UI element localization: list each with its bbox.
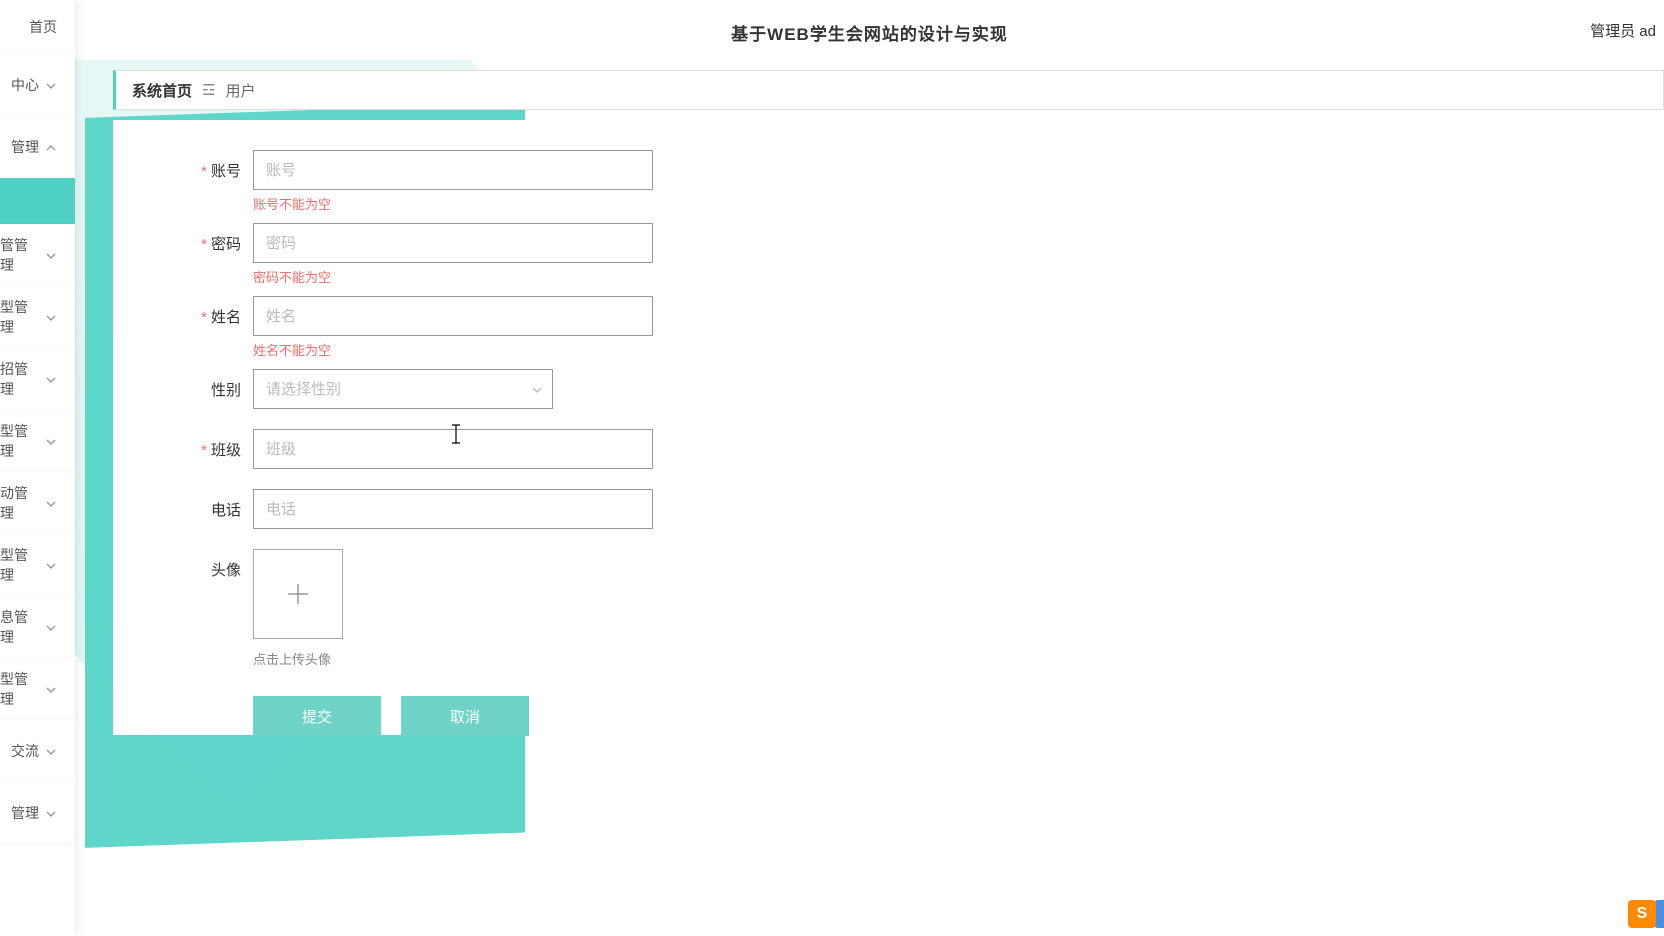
- form-buttons: 提交 取消: [253, 696, 1624, 736]
- sidebar-item-center[interactable]: 中心: [0, 54, 75, 116]
- sidebar-item-label: 型管理: [0, 669, 39, 709]
- user-label[interactable]: 管理员 ad: [1590, 20, 1656, 41]
- name-input[interactable]: [253, 296, 653, 336]
- sidebar-item-label: 型管理: [0, 421, 39, 461]
- sidebar-item-13[interactable]: 管理: [0, 782, 75, 844]
- app-title: 基于WEB学生会网站的设计与实现: [731, 20, 1008, 45]
- sidebar-item-label: 型管理: [0, 297, 39, 337]
- sidebar-item-manage[interactable]: 管理: [0, 116, 75, 178]
- sidebar-item-label: 型管理: [0, 545, 39, 585]
- chevron-down-icon: [45, 683, 57, 695]
- sidebar-item-label: 交流: [11, 741, 39, 761]
- breadcrumb-separator-icon: ☲: [202, 81, 215, 99]
- sidebar-item-7[interactable]: 型管理: [0, 410, 75, 472]
- chevron-down-icon: [45, 79, 57, 91]
- sidebar-item-12[interactable]: 交流: [0, 720, 75, 782]
- phone-input[interactable]: [253, 489, 653, 529]
- chevron-down-icon: [45, 807, 57, 819]
- sidebar-item-active[interactable]: [0, 178, 75, 224]
- breadcrumb-home[interactable]: 系统首页: [132, 80, 192, 101]
- breadcrumb-current: 用户: [225, 80, 255, 101]
- label-text: 班级: [211, 442, 241, 459]
- form-panel: *账号 账号不能为空 *密码 密码不能为空 *姓名 姓名不能为空 性别 *班级: [113, 120, 1664, 735]
- cancel-button[interactable]: 取消: [401, 696, 529, 736]
- gender-select[interactable]: [253, 369, 553, 409]
- chevron-down-icon: [45, 559, 57, 571]
- label-text: 电话: [211, 502, 241, 519]
- upload-hint: 点击上传头像: [253, 649, 343, 668]
- sidebar-item-5[interactable]: 型管理: [0, 286, 75, 348]
- sidebar-item-label: 管理: [11, 137, 39, 157]
- sidebar-item-label: 息管理: [0, 607, 39, 647]
- header-bar: 基于WEB学生会网站的设计与实现 管理员 ad: [75, 0, 1664, 60]
- class-input[interactable]: [253, 429, 653, 469]
- sidebar-item-label: 动管理: [0, 483, 39, 523]
- chevron-down-icon: [45, 249, 57, 261]
- plus-icon: [282, 578, 314, 610]
- password-input[interactable]: [253, 223, 653, 263]
- submit-button[interactable]: 提交: [253, 696, 381, 736]
- sidebar-item-home[interactable]: 首页: [0, 0, 75, 54]
- label-text: 密码: [211, 236, 241, 253]
- form-row-gender: 性别: [153, 369, 1624, 409]
- form-label: 头像: [153, 549, 253, 580]
- sidebar-item-label: 管理: [11, 803, 39, 823]
- label-text: 姓名: [211, 309, 241, 326]
- chevron-down-icon: [45, 497, 57, 509]
- label-text: 账号: [211, 163, 241, 180]
- password-error: 密码不能为空: [253, 267, 653, 286]
- sidebar-item-9[interactable]: 型管理: [0, 534, 75, 596]
- form-label: *班级: [153, 429, 253, 460]
- breadcrumb: 系统首页 ☲ 用户: [113, 70, 1664, 110]
- form-label: *账号: [153, 150, 253, 181]
- account-error: 账号不能为空: [253, 194, 653, 213]
- sidebar-item-label: 管管理: [0, 235, 39, 275]
- form-row-password: *密码 密码不能为空: [153, 223, 1624, 288]
- chevron-down-icon: [45, 745, 57, 757]
- sidebar-item-10[interactable]: 息管理: [0, 596, 75, 658]
- form-label: *姓名: [153, 296, 253, 327]
- sidebar-item-4[interactable]: 管管理: [0, 224, 75, 286]
- label-text: 头像: [211, 562, 241, 579]
- sidebar-item-label: 中心: [11, 75, 39, 95]
- form-row-account: *账号 账号不能为空: [153, 150, 1624, 215]
- form-row-phone: 电话: [153, 489, 1624, 529]
- chevron-up-icon: [45, 141, 57, 153]
- label-text: 性别: [211, 382, 241, 399]
- sidebar-item-label: 首页: [29, 17, 57, 37]
- chevron-down-icon: [45, 435, 57, 447]
- chevron-down-icon: [45, 373, 57, 385]
- sidebar-item-8[interactable]: 动管理: [0, 472, 75, 534]
- sidebar-item-6[interactable]: 招管理: [0, 348, 75, 410]
- name-error: 姓名不能为空: [253, 340, 653, 359]
- chevron-down-icon: [45, 311, 57, 323]
- sidebar-item-label: 招管理: [0, 359, 39, 399]
- form-row-class: *班级: [153, 429, 1624, 469]
- sidebar-item-11[interactable]: 型管理: [0, 658, 75, 720]
- account-input[interactable]: [253, 150, 653, 190]
- ime-badge-icon[interactable]: S: [1628, 900, 1656, 928]
- form-label: 性别: [153, 369, 253, 400]
- avatar-upload[interactable]: [253, 549, 343, 639]
- form-row-avatar: 头像 点击上传头像: [153, 549, 1624, 668]
- form-row-name: *姓名 姓名不能为空: [153, 296, 1624, 361]
- sidebar: 首页 中心 管理 管管理 型管理 招管理 型管理 动管理 型管理 息管理 型管理: [0, 0, 75, 936]
- chevron-down-icon: [45, 621, 57, 633]
- form-label: *密码: [153, 223, 253, 254]
- form-label: 电话: [153, 489, 253, 520]
